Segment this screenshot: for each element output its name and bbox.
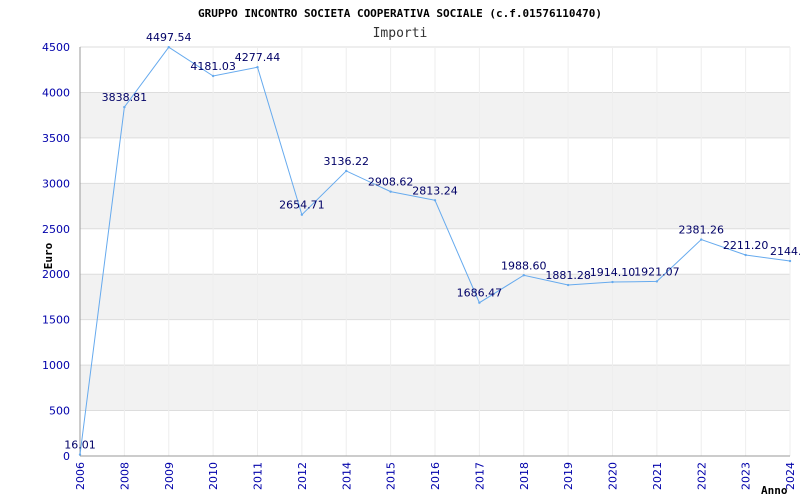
y-tick-label: 500 — [49, 405, 70, 418]
y-tick-label: 4000 — [42, 86, 70, 99]
data-label: 16.01 — [64, 439, 96, 452]
x-axis-ticks: 2006 2008 2009 2010 2011 2012 2014 2015 2016 2017… — [74, 462, 797, 490]
x-tick-label: 2006 — [74, 462, 87, 490]
data-label: 4277.44 — [235, 51, 281, 64]
x-tick-label: 2018 — [518, 462, 531, 490]
data-label: 1988.60 — [501, 259, 547, 272]
y-tick-label: 4500 — [42, 41, 70, 54]
x-tick-label: 2023 — [740, 462, 753, 490]
data-label: 1921.07 — [634, 265, 680, 278]
data-point — [433, 199, 437, 202]
x-tick-label: 2009 — [163, 462, 176, 490]
x-axis-label: Anno — [761, 484, 788, 497]
data-point — [167, 46, 170, 49]
data-label: 2381.26 — [679, 224, 725, 237]
chart-subtitle: Importi — [373, 26, 428, 41]
x-tick-label: 2019 — [562, 462, 575, 490]
data-point — [211, 74, 215, 78]
x-tick-label: 2014 — [340, 462, 353, 490]
data-label: 4181.03 — [190, 60, 236, 73]
data-point — [478, 301, 481, 304]
line-chart: 050010001500200025003000350040004500 200… — [42, 7, 800, 497]
data-label: 4497.54 — [146, 31, 192, 44]
data-label: 1686.47 — [457, 287, 503, 300]
data-point — [611, 280, 614, 284]
y-axis-label: Euro — [42, 242, 55, 269]
data-label: 2813.24 — [412, 184, 458, 197]
data-label: 3136.22 — [324, 155, 370, 168]
y-tick-label: 2500 — [42, 223, 70, 236]
y-tick-label: 1000 — [42, 359, 70, 372]
y-tick-label: 0 — [63, 450, 70, 463]
data-point — [744, 253, 747, 257]
data-point — [300, 213, 304, 216]
x-tick-label: 2012 — [296, 462, 309, 490]
chart-title: GRUPPO INCONTRO SOCIETA COOPERATIVA SOCI… — [198, 7, 602, 20]
data-point — [522, 274, 525, 277]
y-tick-label: 3000 — [42, 177, 70, 190]
data-label: 3838.81 — [102, 91, 148, 104]
x-tick-label: 2010 — [207, 462, 220, 490]
data-label: 2654.71 — [279, 199, 325, 212]
data-label: 1914.10 — [590, 266, 636, 279]
data-label: 2144.9 — [770, 245, 800, 258]
data-point — [655, 280, 659, 283]
data-point — [700, 238, 703, 241]
data-point — [123, 105, 126, 109]
data-label: 1881.28 — [545, 269, 591, 282]
data-point — [345, 169, 348, 173]
x-tick-label: 2008 — [118, 462, 131, 490]
data-point — [389, 190, 392, 193]
x-tick-label: 2011 — [252, 462, 265, 490]
x-tick-label: 2020 — [607, 462, 620, 490]
x-tick-label: 2016 — [429, 462, 442, 490]
data-point — [256, 66, 259, 69]
y-tick-label: 3500 — [42, 132, 70, 145]
data-point — [566, 283, 570, 287]
x-tick-label: 2021 — [651, 462, 664, 490]
data-point — [78, 453, 82, 456]
data-point — [788, 259, 792, 263]
x-tick-label: 2015 — [385, 462, 398, 490]
x-tick-label: 2022 — [695, 462, 708, 490]
y-tick-label: 1500 — [42, 314, 70, 327]
x-tick-label: 2017 — [473, 462, 486, 490]
data-label: 2211.20 — [723, 239, 769, 252]
data-label: 2908.62 — [368, 176, 414, 189]
